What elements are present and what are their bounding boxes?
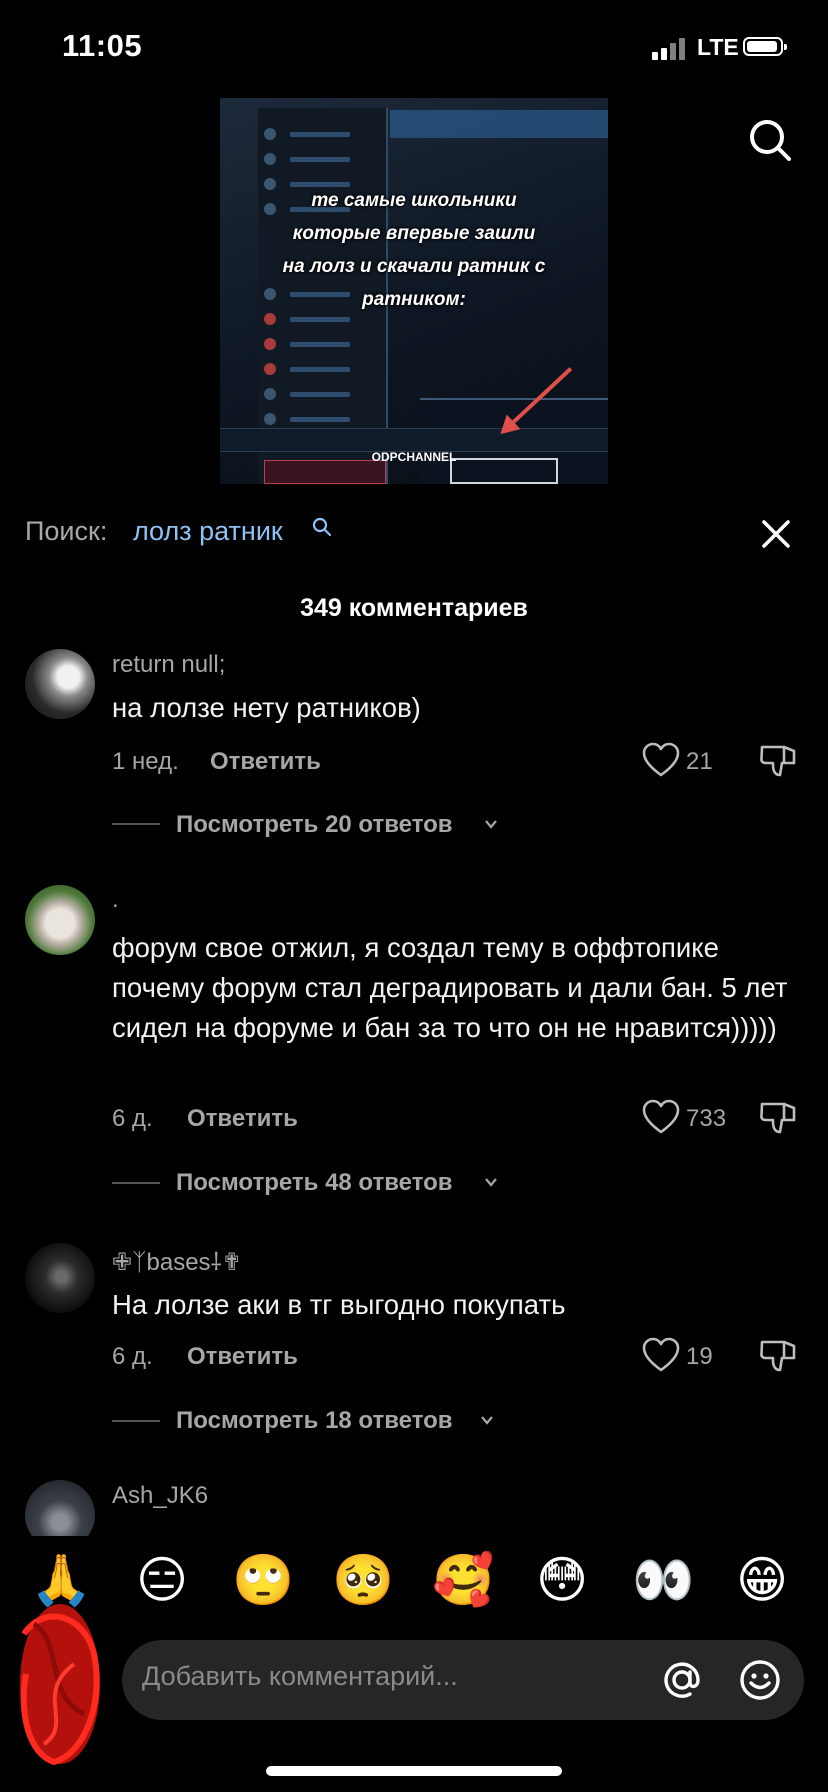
mention-icon[interactable]: [660, 1658, 704, 1702]
comment-time: 6 д.: [112, 1343, 153, 1370]
search-label: Поиск:: [25, 516, 108, 546]
close-icon[interactable]: [758, 516, 794, 552]
emoji-button[interactable]: 🥺: [332, 1550, 394, 1610]
comment-input-placeholder[interactable]: Добавить комментарий...: [142, 1661, 458, 1692]
user-avatar-scribbled: [20, 1604, 100, 1766]
signal-icon: [652, 38, 685, 60]
chevron-down-icon: [485, 1178, 497, 1187]
comment-username[interactable]: Ash_JK6: [112, 1482, 208, 1510]
emoji-button[interactable]: 😑: [132, 1550, 192, 1610]
status-time: 11:05: [62, 28, 143, 63]
view-replies-button[interactable]: Посмотреть 20 ответов: [176, 811, 453, 839]
comment-text: на лолзе нету ратников): [112, 692, 421, 723]
reply-button[interactable]: Ответить: [187, 1343, 298, 1371]
avatar[interactable]: [25, 1243, 95, 1313]
comment-time: 6 д.: [112, 1105, 153, 1132]
like-count: 733: [686, 1105, 727, 1132]
emoji-button[interactable]: 👀: [632, 1550, 694, 1610]
reply-button[interactable]: Ответить: [187, 1105, 298, 1133]
video-watermark: ODPCHANNEL: [371, 450, 457, 464]
chevron-down-icon: [485, 820, 497, 829]
like-count: 19: [686, 1343, 713, 1370]
heart-icon[interactable]: [642, 742, 680, 778]
video-thumbnail[interactable]: те самые школьники которые впервые зашли…: [220, 98, 608, 484]
home-indicator[interactable]: [266, 1766, 562, 1776]
battery-icon: [743, 37, 787, 56]
like-count: 21: [686, 748, 713, 775]
dislike-icon[interactable]: [758, 1098, 798, 1136]
reply-button[interactable]: Ответить: [210, 748, 321, 776]
comment-username[interactable]: ✙ᛉbases⸸✟: [112, 1245, 242, 1278]
emoji-button[interactable]: 🥰: [432, 1550, 494, 1610]
network-type: LTE: [697, 34, 739, 60]
divider: [112, 823, 160, 825]
dislike-icon[interactable]: [758, 1336, 798, 1374]
comment-text: На лолзе аки в тг выгодно покупать: [112, 1289, 566, 1320]
search-icon[interactable]: [748, 118, 792, 162]
avatar[interactable]: [25, 649, 95, 719]
comment-username[interactable]: return null;: [112, 651, 225, 679]
heart-icon[interactable]: [642, 1337, 680, 1373]
emoji-button[interactable]: 😁: [732, 1550, 792, 1610]
heart-icon[interactable]: [642, 1099, 680, 1135]
dislike-icon[interactable]: [758, 741, 798, 779]
video-caption: те самые школьники которые впервые зашли…: [282, 190, 546, 310]
emoji-picker-icon[interactable]: [738, 1658, 782, 1702]
search-icon[interactable]: [312, 517, 332, 537]
comment-text: форум свое отжил, я создал тему в оффтоп…: [112, 932, 788, 1043]
divider: [112, 1420, 160, 1422]
view-replies-button[interactable]: Посмотреть 18 ответов: [176, 1407, 453, 1435]
chevron-down-icon: [481, 1416, 493, 1425]
search-query-link[interactable]: лолз ратник: [133, 516, 283, 547]
avatar[interactable]: [25, 885, 95, 955]
divider: [112, 1182, 160, 1184]
comment-time: 1 нед.: [112, 748, 179, 775]
view-replies-button[interactable]: Посмотреть 48 ответов: [176, 1169, 453, 1197]
emoji-button[interactable]: 🙄: [232, 1550, 294, 1610]
emoji-button[interactable]: 😳: [532, 1550, 592, 1610]
comments-count: 349 комментариев: [300, 594, 528, 622]
comment-username[interactable]: .: [112, 886, 119, 914]
